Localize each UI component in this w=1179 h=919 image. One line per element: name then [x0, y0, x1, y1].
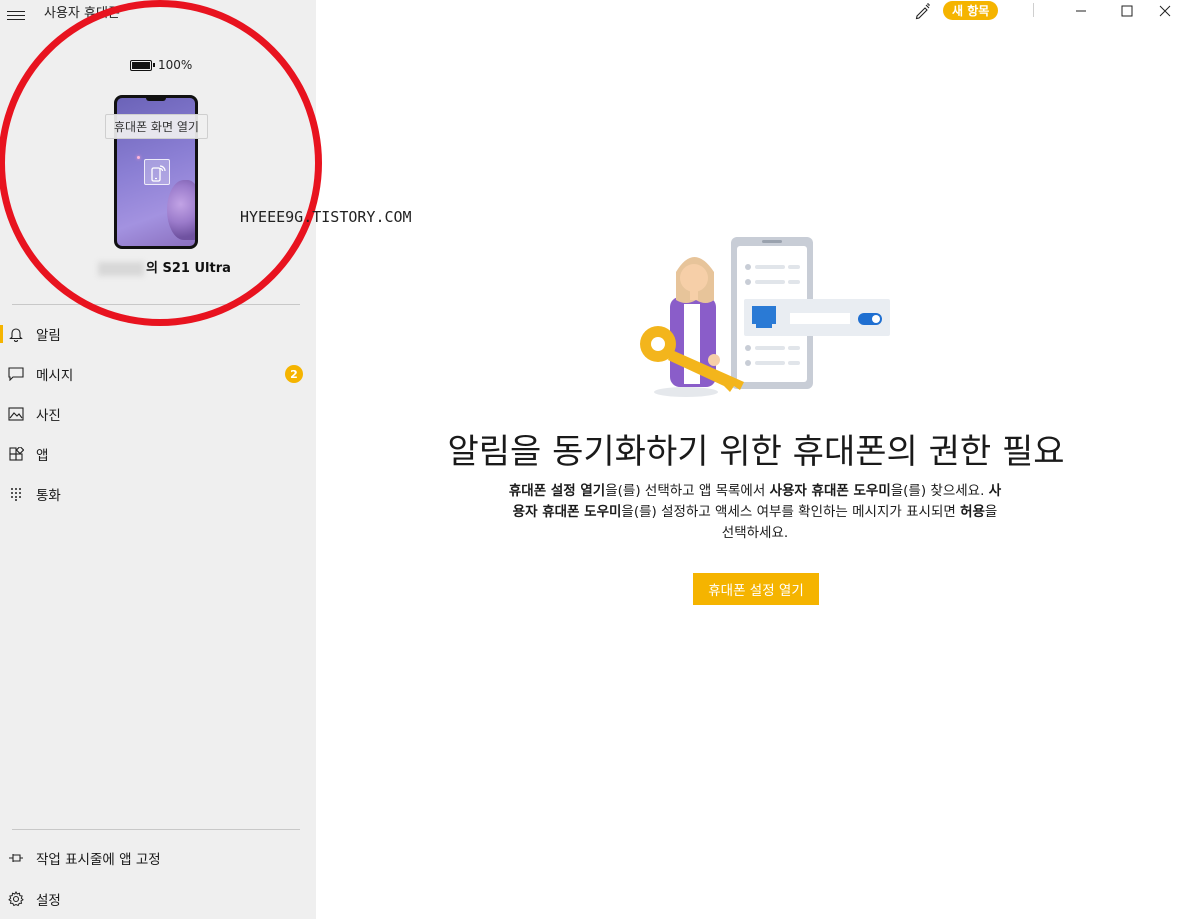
- sidebar-divider-bottom: [12, 829, 300, 830]
- bell-icon: [8, 326, 24, 342]
- instruction-bold: 사용자 휴대폰 도우미: [769, 483, 891, 499]
- nav-item-notifications[interactable]: 알림: [0, 314, 316, 354]
- battery-status: 100%: [130, 58, 192, 72]
- nav-item-label: 작업 표시줄에 앱 고정: [36, 852, 161, 868]
- nav-item-settings[interactable]: 설정: [0, 879, 316, 919]
- phone-mirror-icon[interactable]: [144, 159, 170, 185]
- phone-notch: [146, 98, 166, 101]
- battery-percent: 100%: [158, 58, 193, 72]
- unread-badge: 2: [285, 365, 303, 383]
- instruction-bold: 허용: [960, 504, 985, 520]
- close-icon[interactable]: [1150, 0, 1179, 22]
- sidebar: 사용자 휴대폰 100% 휴대폰 화면 열기 의 S21 Ultra 알림 메시…: [0, 0, 322, 919]
- nav-item-pin-taskbar[interactable]: 작업 표시줄에 앱 고정: [0, 838, 316, 878]
- nav-item-label: 사진: [36, 408, 61, 424]
- nav-item-calls[interactable]: 통화: [0, 474, 316, 514]
- message-icon: [8, 366, 24, 382]
- nav-item-label: 통화: [36, 488, 61, 504]
- nav-item-label: 앱: [36, 448, 49, 464]
- page-title: 알림을 동기화하기 위한 휴대폰의 권한 필요: [447, 432, 1065, 472]
- nav-item-label: 알림: [36, 328, 61, 344]
- new-items-button[interactable]: 새 항목: [943, 1, 999, 20]
- app-title: 사용자 휴대폰: [44, 6, 120, 21]
- hamburger-menu-icon[interactable]: [7, 8, 25, 22]
- instruction-part: 을(를) 찾으세요.: [890, 483, 989, 499]
- instruction-text: 휴대폰 설정 열기을(를) 선택하고 앱 목록에서 사용자 휴대폰 도우미을(를…: [505, 481, 1005, 544]
- open-phone-settings-button[interactable]: 휴대폰 설정 열기: [693, 573, 819, 605]
- gear-icon: [8, 891, 24, 907]
- pin-icon: [8, 850, 24, 866]
- blurred-owner-name: [98, 261, 144, 276]
- nav-item-messages[interactable]: 메시지 2: [0, 354, 316, 394]
- dialpad-icon: [8, 486, 24, 502]
- sidebar-divider-top: [12, 304, 300, 305]
- pen-icon[interactable]: [914, 2, 932, 20]
- device-name: 의 S21 Ultra: [98, 257, 231, 276]
- instruction-part: 을(를) 선택하고 앱 목록에서: [605, 483, 770, 499]
- device-model-label: 의 S21 Ultra: [146, 261, 231, 276]
- nav-item-label: 설정: [36, 893, 61, 909]
- nav-item-apps[interactable]: 앱: [0, 434, 316, 474]
- watermark-text: HYEEE9G.TISTORY.COM: [240, 208, 412, 226]
- permission-illustration: [640, 237, 890, 397]
- minimize-icon[interactable]: [1058, 0, 1104, 22]
- photo-icon: [8, 406, 24, 422]
- nav-item-photos[interactable]: 사진: [0, 394, 316, 434]
- instruction-bold: 휴대폰 설정 열기: [508, 483, 606, 499]
- titlebar-separator: [1033, 3, 1034, 17]
- apps-icon: [8, 446, 24, 462]
- battery-icon: [130, 59, 155, 71]
- phone-wallpaper-tree: [167, 180, 195, 240]
- instruction-part: 을(를) 설정하고 액세스 여부를 확인하는 메시지가 표시되면: [621, 504, 961, 520]
- open-phone-screen-button[interactable]: 휴대폰 화면 열기: [105, 114, 208, 139]
- maximize-icon[interactable]: [1104, 0, 1150, 22]
- nav-item-label: 메시지: [36, 368, 74, 384]
- phone-wallpaper-star: [137, 156, 140, 159]
